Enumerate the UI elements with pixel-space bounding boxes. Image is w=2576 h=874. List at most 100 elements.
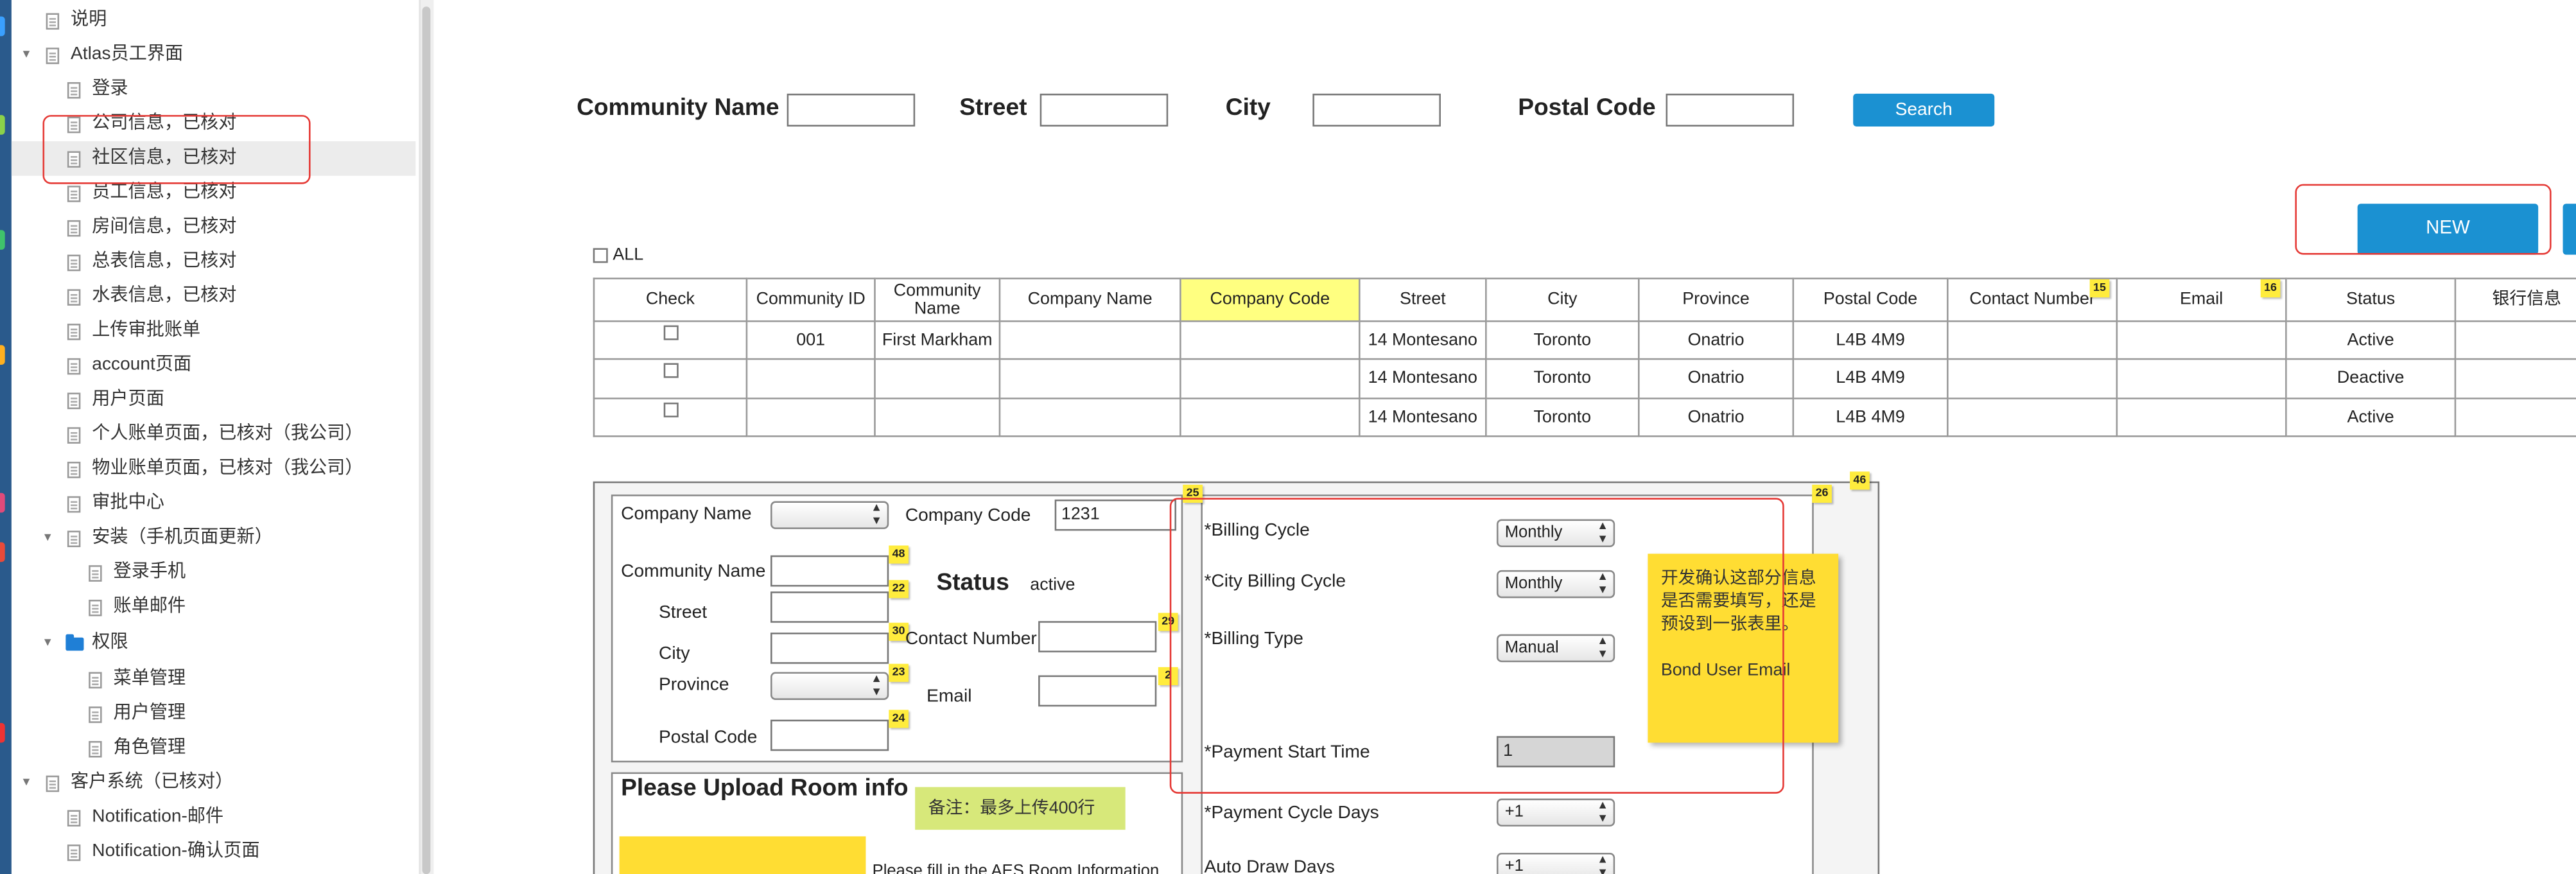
col-header-province: Province — [1637, 277, 1795, 322]
form-city-input[interactable] — [770, 633, 889, 664]
page-icon — [67, 426, 81, 443]
sidebar-item-room-info[interactable]: 房间信息，已核对 — [12, 211, 415, 245]
table-row[interactable]: 14 Montesano Toronto Onatrio L4B 4M9 Act… — [593, 397, 2576, 437]
sidebar-item-personal-bill[interactable]: 个人账单页面，已核对（我公司） — [12, 417, 415, 452]
form-email-input[interactable] — [1038, 675, 1157, 707]
cell-city: Toronto — [1485, 358, 1640, 399]
sidebar-item-label: 角色管理 — [113, 737, 186, 758]
toolbar-button[interactable] — [2563, 204, 2576, 255]
sidebar-item-label: 总表信息，已核对 — [92, 251, 237, 272]
cell-status: Active — [2285, 320, 2457, 361]
cell-status: Deactive — [2285, 358, 2457, 399]
sidebar-item-atlas-staff[interactable]: ▼ Atlas员工界面 — [12, 38, 415, 73]
upload-dropzone[interactable] — [619, 836, 866, 874]
table-row[interactable]: 14 Montesano Toronto Onatrio L4B 4M9 Dea… — [593, 358, 2576, 399]
sidebar-item-customer-system[interactable]: ▼ 客户系统（已核对） — [12, 765, 415, 800]
col-header-city: City — [1485, 277, 1640, 322]
row-checkbox-cell[interactable] — [593, 358, 748, 399]
row-checkbox-cell[interactable] — [593, 320, 748, 361]
sidebar-item-notification-email[interactable]: Notification-邮件 — [12, 800, 415, 835]
form-contact-number-input[interactable] — [1038, 621, 1157, 652]
caret-down-icon[interactable]: ▼ — [20, 38, 33, 73]
form-city-label: City — [659, 643, 690, 664]
sidebar-item-user-manage[interactable]: 用户管理 — [12, 697, 415, 731]
community-name-input[interactable] — [787, 93, 916, 127]
page-icon — [67, 288, 81, 305]
sidebar-item-property-bill[interactable]: 物业账单页面，已核对（我公司） — [12, 452, 415, 487]
cell-company-name — [998, 320, 1181, 361]
annotation-badge: 15 — [2089, 279, 2110, 298]
page-icon — [67, 357, 81, 374]
city-input[interactable] — [1312, 93, 1441, 127]
row-checkbox[interactable] — [663, 363, 678, 379]
col-header-street: Street — [1359, 277, 1487, 322]
sidebar-item-mobile-login[interactable]: 登录手机 — [12, 555, 415, 590]
page-icon — [89, 705, 102, 722]
payment-cycle-days-select[interactable]: +1 ▲ ▼ — [1496, 798, 1615, 827]
sidebar-item-water-meter[interactable]: 水表信息，已核对 — [12, 279, 415, 314]
sidebar-item-role-manage[interactable]: 角色管理 — [12, 731, 415, 766]
company-code-input[interactable]: 1231 — [1054, 499, 1177, 531]
select-all-checkbox[interactable] — [593, 248, 608, 263]
auto-draw-days-value: +1 — [1504, 857, 1524, 874]
form-community-name-label: Community Name — [621, 562, 766, 582]
sidebar-item-readme[interactable]: 说明 — [12, 3, 415, 38]
caret-down-icon[interactable]: ▼ — [41, 521, 54, 555]
sidebar-item-approval-center[interactable]: 审批中心 — [12, 486, 415, 521]
search-button[interactable]: Search — [1853, 93, 1995, 127]
sidebar: 说明 ▼ Atlas员工界面 登录 公司信息，已核对 社区信息，已核对 员工信息，… — [11, 0, 419, 874]
page-icon — [89, 564, 102, 581]
form-postal-code-input[interactable] — [770, 719, 889, 751]
sidebar-item-login[interactable]: 登录 — [12, 73, 415, 107]
sidebar-item-bill-email[interactable]: 账单邮件 — [12, 590, 415, 625]
sidebar-item-master-meter[interactable]: 总表信息，已核对 — [12, 245, 415, 279]
caret-down-icon[interactable]: ▼ — [41, 626, 54, 661]
province-select[interactable]: ▲ ▼ — [770, 672, 889, 700]
updown-arrow-icon: ▲ ▼ — [1597, 854, 1608, 874]
sidebar-item-upload-bills[interactable]: 上传审批账单 — [12, 314, 415, 349]
sidebar-item-user-page[interactable]: 用户页面 — [12, 383, 415, 417]
page-icon — [46, 46, 60, 64]
auto-draw-days-select[interactable]: +1 ▲ ▼ — [1496, 852, 1615, 874]
cell-contact-number — [1947, 397, 2118, 437]
page-icon — [46, 12, 60, 29]
form-community-name-input[interactable] — [770, 555, 889, 587]
col-header-company-code: Company Code — [1179, 277, 1361, 322]
table-row[interactable]: 001 First Markham 14 Montesano Toronto O… — [593, 320, 2576, 361]
col-header-postal-code: Postal Code — [1792, 277, 1949, 322]
page-icon — [67, 322, 81, 340]
sidebar-scrollbar-thumb[interactable] — [422, 6, 431, 874]
row-checkbox-cell[interactable] — [593, 397, 748, 437]
page-icon — [67, 392, 81, 408]
postal-code-input[interactable] — [1666, 93, 1795, 127]
street-label: Street — [959, 95, 1027, 122]
sidebar-item-label: 用户管理 — [113, 703, 186, 723]
folder-icon — [65, 633, 84, 650]
row-checkbox[interactable] — [663, 325, 678, 341]
company-name-select[interactable]: ▲ ▼ — [770, 501, 889, 529]
dock-marker — [0, 542, 5, 563]
street-input[interactable] — [1040, 93, 1169, 127]
caret-down-icon[interactable]: ▼ — [20, 765, 33, 800]
sidebar-item-label: Atlas员工界面 — [71, 44, 184, 64]
form-street-input[interactable] — [770, 591, 889, 623]
cell-province: Onatrio — [1637, 397, 1795, 437]
annotation-badge: 22 — [889, 580, 909, 599]
all-label: ALL — [613, 245, 644, 265]
sidebar-item-label: 登录手机 — [113, 562, 186, 582]
sidebar-item-label: account页面 — [92, 354, 192, 375]
highlight-box — [1169, 498, 1784, 794]
sidebar-item-label: 说明 — [71, 10, 107, 30]
row-checkbox[interactable] — [663, 402, 678, 417]
updown-arrow-icon: ▲ ▼ — [1597, 800, 1608, 825]
sidebar-item-menu-manage[interactable]: 菜单管理 — [12, 662, 415, 697]
cell-contact-number — [1947, 358, 2118, 399]
cell-postal-code: L4B 4M9 — [1792, 320, 1949, 361]
cell-company-name — [998, 397, 1181, 437]
payment-cycle-days-label: *Payment Cycle Days — [1204, 803, 1379, 823]
sidebar-item-install[interactable]: ▼ 安装（手机页面更新） — [12, 521, 415, 555]
cell-company-code — [1179, 397, 1361, 437]
sidebar-item-permissions[interactable]: ▼ 权限 — [12, 626, 415, 661]
sidebar-item-notification-confirm[interactable]: Notification-确认页面 — [12, 835, 415, 870]
sidebar-item-account[interactable]: account页面 — [12, 348, 415, 383]
